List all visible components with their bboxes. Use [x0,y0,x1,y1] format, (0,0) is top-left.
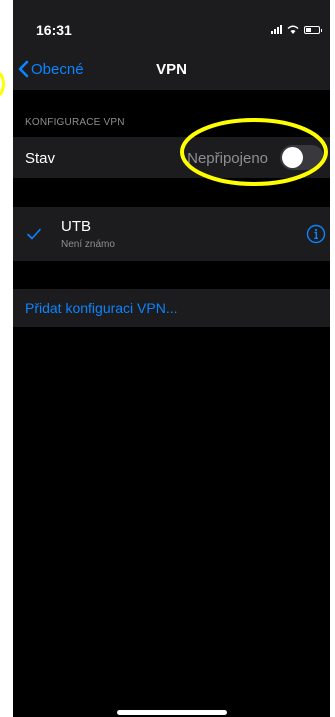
home-indicator [117,710,227,715]
annotation-mark [0,72,5,96]
navigation-bar: Obecné VPN [13,42,330,90]
add-vpn-config-row[interactable]: Přidat konfiguraci VPN... [13,289,330,327]
page-title: VPN [156,61,187,78]
vpn-connection-toggle[interactable] [280,145,324,170]
wifi-icon [287,25,299,34]
status-label: Stav [25,150,56,167]
battery-icon [304,25,322,34]
vpn-config-subtitle: Není známo [61,239,115,250]
section-header-vpn-config: KONFIGURACE VPN [25,117,125,128]
cellular-signal-icon [271,25,282,34]
vpn-status-row: Stav Nepřipojeno [13,137,330,178]
vpn-config-item[interactable]: UTB Není známo [13,207,330,261]
connection-status-value: Nepřipojeno [187,150,268,167]
status-time: 16:31 [36,22,72,38]
add-vpn-config-link[interactable]: Přidat konfiguraci VPN... [25,300,178,316]
toggle-knob [282,147,303,168]
checkmark-icon [27,228,41,240]
status-bar: 16:31 [13,0,330,42]
status-icons [271,25,322,34]
info-icon[interactable] [306,224,326,244]
phone-screen: 16:31 Obecné VPN KONFIGURACE VPN Stav Ne… [13,0,330,717]
vpn-config-name: UTB [61,218,91,235]
